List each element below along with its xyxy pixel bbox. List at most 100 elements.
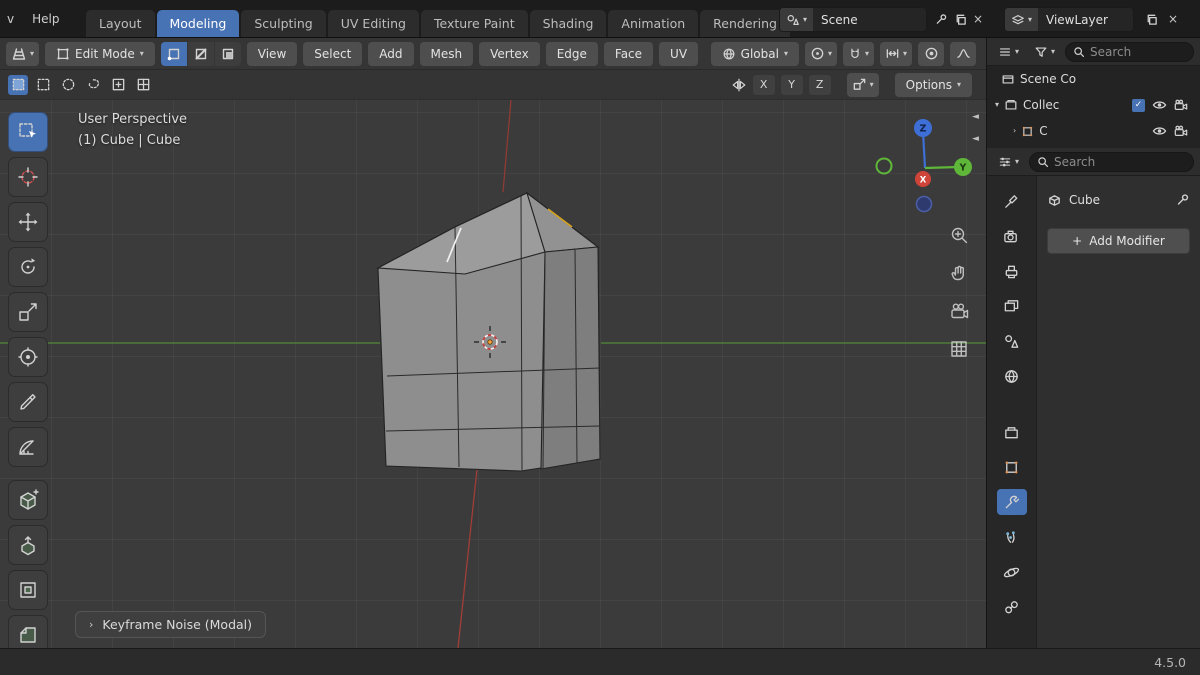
properties-editor-type-button[interactable]: ▾ xyxy=(993,150,1024,174)
tab-layout[interactable]: Layout xyxy=(86,10,155,37)
viewport-3d[interactable]: Z Y X User Perspective (1) Cube | Cube ◄… xyxy=(0,100,986,648)
properties-search[interactable] xyxy=(1029,151,1194,172)
tab-animation[interactable]: Animation xyxy=(608,10,699,37)
editor-type-button[interactable]: ▾ xyxy=(6,41,40,66)
remove-viewlayer-button[interactable]: × xyxy=(1164,9,1182,29)
options-menu[interactable]: Options ▾ xyxy=(894,72,972,97)
tab-rendering[interactable]: Rendering xyxy=(700,10,790,37)
outliner-display-mode-button[interactable]: ▾ xyxy=(993,40,1024,64)
add-cube-tool[interactable] xyxy=(8,480,48,520)
extrude-tool[interactable] xyxy=(8,525,48,565)
menu-select[interactable]: Select xyxy=(303,41,363,66)
tab-render[interactable] xyxy=(997,223,1027,249)
outliner-filter-button[interactable]: ▾ xyxy=(1029,40,1060,64)
outliner-row-object[interactable]: › C xyxy=(987,118,1200,144)
camera-view-button[interactable] xyxy=(946,298,972,324)
mesh-cube[interactable] xyxy=(376,191,601,472)
pin-scene-button[interactable] xyxy=(932,9,950,29)
toggle-grid-button[interactable] xyxy=(946,336,972,362)
proportional-editing-menu[interactable]: ▾ xyxy=(879,41,912,66)
unlink-scene-button[interactable]: × xyxy=(969,9,987,29)
zoom-button[interactable] xyxy=(946,222,972,248)
menu-vertex[interactable]: Vertex xyxy=(479,41,540,66)
box-select-icon[interactable] xyxy=(33,75,53,95)
tweak-select-icon[interactable] xyxy=(8,74,28,95)
select-box-tool[interactable] xyxy=(8,112,48,152)
tab-particles[interactable] xyxy=(997,524,1027,550)
gizmo-z-axis[interactable] xyxy=(914,119,932,137)
bevel-tool[interactable] xyxy=(8,615,48,648)
gizmo-z-neg-axis[interactable] xyxy=(915,195,933,213)
outliner-row-collection[interactable]: ▾ Collec ✓ xyxy=(987,92,1200,118)
proportional-editing-toggle[interactable] xyxy=(918,41,944,66)
cursor-tool[interactable] xyxy=(8,157,48,197)
annotate-tool[interactable] xyxy=(8,382,48,422)
lasso-select-icon[interactable] xyxy=(83,75,103,95)
hide-viewport-eye-icon[interactable] xyxy=(1152,99,1167,111)
move-tool[interactable] xyxy=(8,202,48,242)
menu-add[interactable]: Add xyxy=(368,41,414,66)
snap-toggle-button[interactable]: ▾ xyxy=(842,41,874,66)
viewlayer-selector[interactable]: ▾ ViewLayer xyxy=(1004,7,1134,32)
collapse-panel-arrow[interactable]: ◄ xyxy=(972,112,979,122)
collapse-panel-arrow[interactable]: ◄ xyxy=(972,134,979,144)
expand-collection-icon[interactable]: ▾ xyxy=(995,101,999,109)
vertex-select-button[interactable] xyxy=(160,41,187,66)
face-select-button[interactable] xyxy=(214,41,241,66)
tab-collection[interactable] xyxy=(997,419,1027,445)
pan-button[interactable] xyxy=(946,260,972,286)
tab-object[interactable] xyxy=(997,454,1027,480)
tab-texture-paint[interactable]: Texture Paint xyxy=(420,10,528,37)
falloff-curve-button[interactable] xyxy=(950,41,976,66)
menu-mesh[interactable]: Mesh xyxy=(419,41,474,66)
expand-object-icon[interactable]: › xyxy=(1013,127,1016,135)
tab-shading[interactable]: Shading xyxy=(529,10,607,37)
tab-output[interactable] xyxy=(997,258,1027,284)
gizmo-y-axis[interactable] xyxy=(954,158,972,176)
transform-orientation-selector[interactable]: Global ▾ xyxy=(710,41,799,66)
tab-modeling[interactable]: Modeling xyxy=(156,10,240,37)
gizmo-y-neg-axis[interactable] xyxy=(875,157,893,175)
circle-select-icon[interactable] xyxy=(58,75,78,95)
tab-physics[interactable] xyxy=(997,559,1027,585)
properties-search-input[interactable] xyxy=(1054,154,1186,169)
collection-checkbox[interactable]: ✓ xyxy=(1132,98,1145,112)
mode-selector[interactable]: Edit Mode ▾ xyxy=(45,41,155,66)
mirror-y-button[interactable]: Y xyxy=(780,74,803,95)
pin-id-button[interactable] xyxy=(1176,193,1190,207)
menu-help[interactable]: Help xyxy=(28,12,63,26)
navigation-gizmo[interactable]: Z Y X xyxy=(875,119,973,213)
menu-uv[interactable]: UV xyxy=(659,41,699,66)
tab-uv-editing[interactable]: UV Editing xyxy=(327,10,419,37)
scene-selector[interactable]: ▾ Scene xyxy=(779,7,927,32)
tab-modifiers[interactable] xyxy=(996,489,1027,515)
rotate-tool[interactable] xyxy=(8,247,48,287)
outliner-search-input[interactable] xyxy=(1090,44,1186,59)
disable-render-camera-icon[interactable] xyxy=(1174,125,1188,137)
tab-sculpting[interactable]: Sculpting xyxy=(241,10,326,37)
transform-tool[interactable] xyxy=(8,337,48,377)
menu-view[interactable]: View xyxy=(246,41,298,66)
outliner-row-scene-collection[interactable]: Scene Co xyxy=(987,66,1200,92)
edge-select-button[interactable] xyxy=(187,41,214,66)
menu-face[interactable]: Face xyxy=(603,41,654,66)
mirror-x-button[interactable]: X xyxy=(752,74,775,95)
add-modifier-button[interactable]: + Add Modifier xyxy=(1047,228,1190,254)
snap-base-button[interactable]: ▾ xyxy=(846,72,879,97)
pivot-point-button[interactable]: ▾ xyxy=(804,41,837,66)
tab-scene[interactable] xyxy=(997,328,1027,354)
menu-edge[interactable]: Edge xyxy=(545,41,598,66)
new-viewlayer-button[interactable] xyxy=(1142,9,1160,29)
hide-viewport-eye-icon[interactable] xyxy=(1152,125,1167,137)
outliner-search[interactable] xyxy=(1065,41,1194,62)
menu-clipped[interactable]: v xyxy=(3,12,18,26)
intersect-select-icon[interactable] xyxy=(133,75,153,95)
mirror-z-button[interactable]: Z xyxy=(808,74,831,95)
measure-tool[interactable] xyxy=(8,427,48,467)
tab-constraints[interactable] xyxy=(997,594,1027,620)
modal-operator-panel[interactable]: › Keyframe Noise (Modal) xyxy=(75,611,267,638)
disable-render-camera-icon[interactable] xyxy=(1174,99,1188,111)
gizmo-x-axis[interactable] xyxy=(915,171,931,187)
scale-tool[interactable] xyxy=(8,292,48,332)
tab-world[interactable] xyxy=(997,363,1027,389)
